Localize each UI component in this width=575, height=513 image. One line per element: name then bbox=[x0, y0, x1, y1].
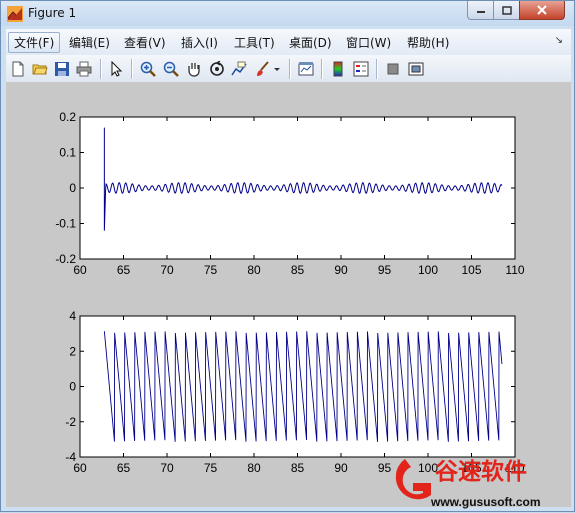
y-tick-label: -0.1 bbox=[55, 217, 76, 231]
x-tick-label: 100 bbox=[418, 263, 438, 277]
x-tick-label: 75 bbox=[204, 263, 218, 277]
figure-window: Figure 1 文件(F) 编辑(E) 查看(V) 插入(I) 工具(T) 桌… bbox=[0, 0, 575, 512]
y-tick-label: 0.1 bbox=[59, 146, 76, 160]
gususoft-watermark-logo: 谷速软件 www.gususoft.com bbox=[395, 458, 541, 509]
axes-top[interactable]: 60 65 70 75 80 85 90 95 100 105 1100.20.10-0.1-0.2 bbox=[55, 110, 525, 277]
x-tick-label: 110 bbox=[505, 263, 524, 277]
y-tick-label: 0.2 bbox=[59, 110, 76, 124]
x-tick-label: 80 bbox=[247, 263, 261, 277]
watermark-name: 谷速软件 bbox=[435, 458, 527, 485]
x-tick-label: 70 bbox=[160, 263, 174, 277]
y-tick-label: -4 bbox=[65, 450, 76, 464]
axes-bottom[interactable]: 60 65 70 75 80 85 90 95 100 105 110420-2-4 bbox=[65, 309, 525, 475]
x-tick-label: 85 bbox=[291, 263, 305, 277]
y-tick-label: -0.2 bbox=[55, 252, 76, 266]
x-tick-label: 70 bbox=[160, 461, 174, 475]
x-tick-label: 65 bbox=[117, 461, 131, 475]
x-tick-label: 65 bbox=[117, 263, 131, 277]
y-tick-label: 4 bbox=[69, 309, 76, 323]
x-tick-label: 75 bbox=[204, 461, 218, 475]
x-tick-label: 90 bbox=[334, 461, 348, 475]
x-tick-label: 85 bbox=[291, 461, 305, 475]
y-tick-label: 2 bbox=[69, 344, 76, 358]
x-tick-label: 95 bbox=[378, 263, 392, 277]
x-tick-label: 80 bbox=[247, 461, 261, 475]
y-tick-label: 0 bbox=[69, 181, 76, 195]
y-tick-label: -2 bbox=[65, 415, 76, 429]
watermark-url: www.gususoft.com bbox=[430, 495, 541, 509]
y-tick-label: 0 bbox=[69, 380, 76, 394]
plot-area: 60 65 70 75 80 85 90 95 100 105 1100.20.10-0.1-0.2… bbox=[55, 110, 525, 475]
x-tick-label: 90 bbox=[334, 263, 348, 277]
x-tick-label: 105 bbox=[461, 263, 481, 277]
